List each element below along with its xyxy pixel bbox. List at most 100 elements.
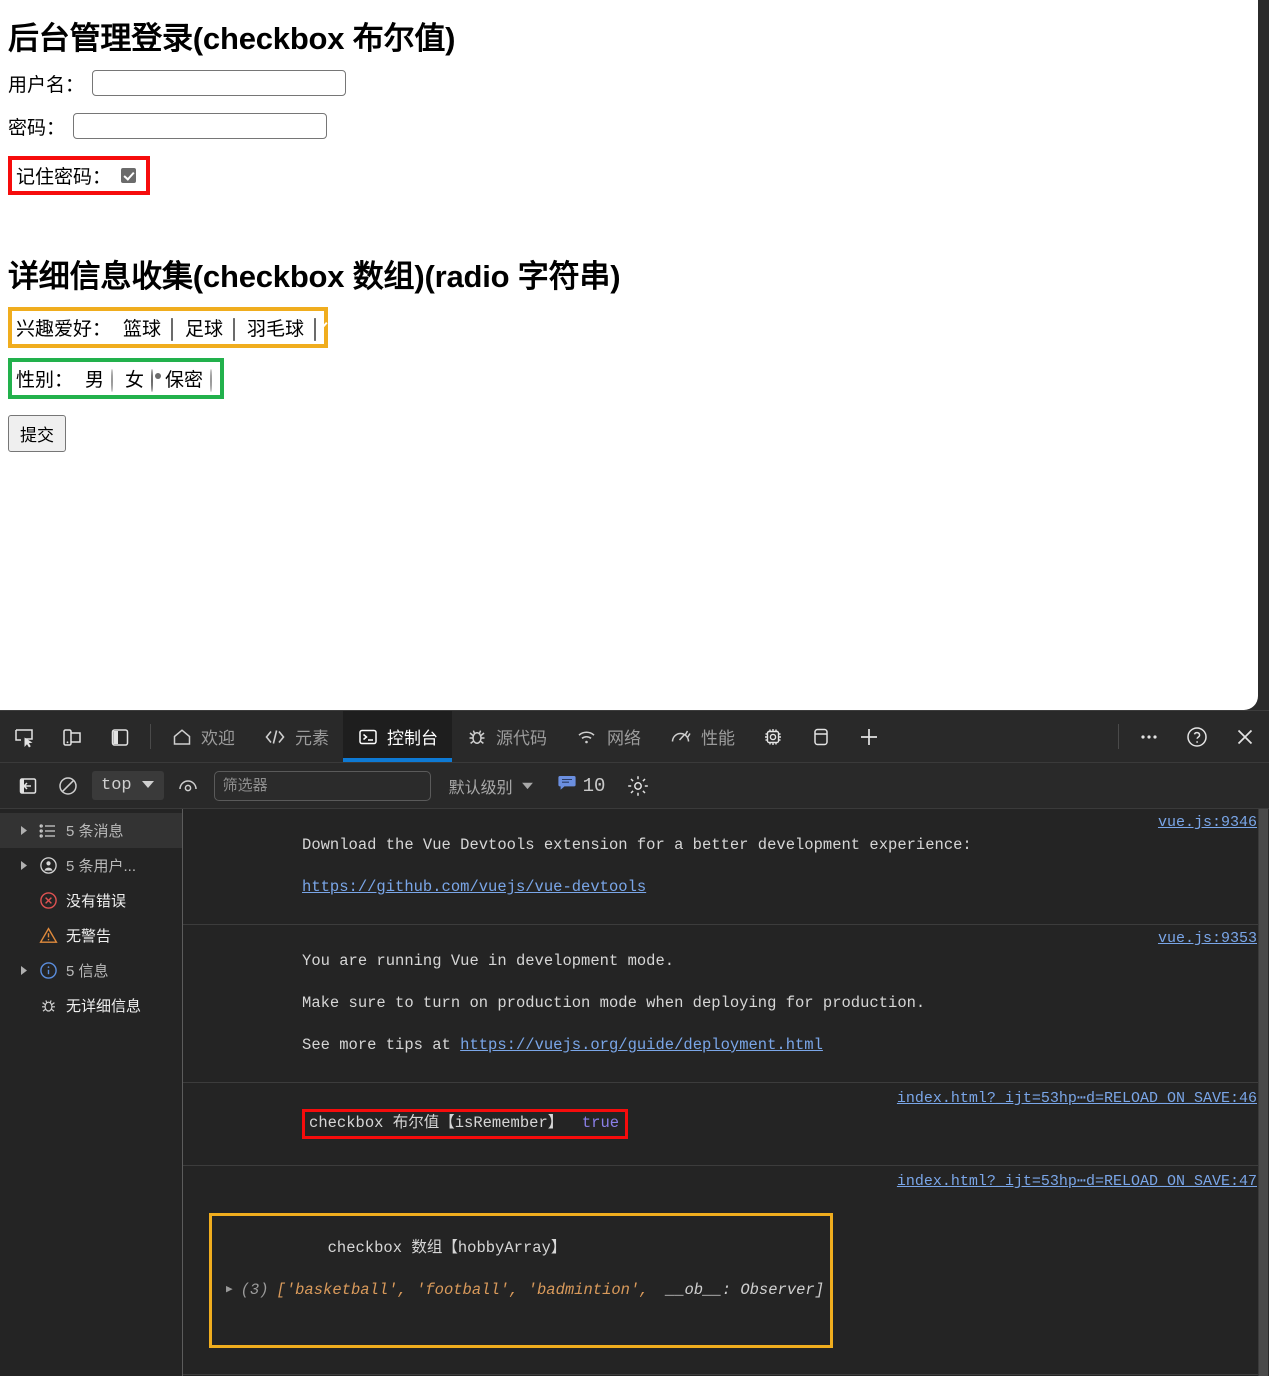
gender-radio-female[interactable] <box>151 369 154 393</box>
submit-button[interactable]: 提交 <box>8 415 66 453</box>
log-line-2: Make sure to turn on production mode whe… <box>302 994 926 1012</box>
page-content: 后台管理登录(checkbox 布尔值) 用户名： 密码： 记住密码： 详细信息… <box>0 0 1258 460</box>
password-input[interactable] <box>73 113 328 140</box>
info-circle-icon <box>34 961 62 980</box>
console-log-row[interactable]: checkbox 布尔值【isRemember】 true index.html… <box>183 1083 1269 1166</box>
gender-radio-male[interactable] <box>111 369 114 393</box>
warning-triangle-icon <box>34 926 62 945</box>
sidebar-item-errors[interactable]: 没有错误 <box>0 883 182 918</box>
log-source-link[interactable]: index.html?_ijt=53hp⋯d=RELOAD_ON_SAVE:47 <box>883 1171 1269 1190</box>
vue-deployment-link[interactable]: https://vuejs.org/guide/deployment.html <box>460 1036 823 1054</box>
array-length: (3) <box>240 1281 269 1299</box>
execution-context-select[interactable]: top <box>92 771 164 800</box>
log-source-link[interactable]: index.html?_ijt=53hp⋯d=RELOAD_ON_SAVE:46 <box>883 1088 1269 1107</box>
gender-row: 性别： 男 女 保密 <box>12 362 220 395</box>
hobby-label-badminton: 羽毛球 <box>247 319 305 341</box>
log-label-is-remember: checkbox 布尔值【isRemember】 <box>309 1114 564 1132</box>
sidebar-item-warnings[interactable]: 无警告 <box>0 918 182 953</box>
tab-performance[interactable]: 性能 <box>655 711 749 762</box>
log-message-vue-dev-mode: You are running Vue in development mode.… <box>209 930 1144 1077</box>
memory-chip-icon[interactable] <box>749 711 797 762</box>
browser-page-viewport: 后台管理登录(checkbox 布尔值) 用户名： 密码： 记住密码： 详细信息… <box>0 0 1258 710</box>
toolbar-divider-right <box>1118 724 1119 749</box>
vue-devtools-link[interactable]: https://github.com/vuejs/vue-devtools <box>302 878 646 896</box>
expand-arrow-icon[interactable] <box>14 860 34 871</box>
console-scrollbar[interactable] <box>1258 809 1269 1376</box>
tab-network-label: 网络 <box>607 729 641 748</box>
console-log-row[interactable]: Download the Vue Devtools extension for … <box>183 809 1269 925</box>
sidebar-item-errors-label: 没有错误 <box>66 893 127 910</box>
application-storage-icon[interactable] <box>797 711 845 762</box>
clear-console-icon[interactable] <box>8 763 48 809</box>
username-input[interactable] <box>92 70 347 97</box>
code-brackets-icon <box>263 726 287 748</box>
execution-context-value: top <box>101 776 132 795</box>
expand-arrow-icon[interactable] <box>14 825 34 836</box>
log-source-link[interactable]: vue.js:9346 <box>1144 814 1269 831</box>
highlight-box-gender: 性别： 男 女 保密 <box>8 358 225 400</box>
more-options-icon[interactable] <box>1125 711 1173 762</box>
gender-option-male: 男 <box>85 365 114 393</box>
log-level-select[interactable]: 默认级别 <box>449 774 534 798</box>
hobby-checkbox-badminton[interactable] <box>314 318 317 342</box>
tab-elements-label: 元素 <box>295 729 329 748</box>
array-preview-row[interactable]: ▶ (3) ['basketball', 'football', 'badmin… <box>216 1280 824 1301</box>
close-icon[interactable] <box>1221 711 1269 762</box>
gender-option-secret: 保密 <box>165 365 213 393</box>
sidebar-item-user-messages[interactable]: 5 条用户... <box>0 848 182 883</box>
sidebar-item-user-messages-label: 5 条用户... <box>66 858 137 875</box>
console-log-row[interactable]: checkbox 数组【hobbyArray】 ▶ (3) ['basketba… <box>183 1166 1269 1375</box>
home-icon <box>171 726 193 748</box>
tab-console[interactable]: 控制台 <box>343 711 452 762</box>
hobby-option-basketball: 篮球 <box>123 314 174 342</box>
console-body: 5 条消息 5 条用户... 没有错误 无警告 5 信息 无详细信息 Downl… <box>0 809 1269 1376</box>
log-value-is-remember: true <box>581 1114 620 1132</box>
message-count-badge[interactable]: 10 <box>558 775 605 797</box>
help-icon[interactable] <box>1173 711 1221 762</box>
console-scrollbar-thumb[interactable] <box>1259 809 1268 1376</box>
message-bubble-icon <box>558 775 576 796</box>
sidebar-item-messages[interactable]: 5 条消息 <box>0 813 182 848</box>
dock-panel-icon[interactable] <box>96 711 144 762</box>
live-expression-eye-icon[interactable] <box>168 763 208 809</box>
hobby-checkbox-basketball[interactable] <box>171 318 174 342</box>
remember-password-checkbox[interactable] <box>121 167 137 183</box>
expand-arrow-icon[interactable]: ▶ <box>226 1280 233 1301</box>
console-log-row[interactable]: You are running Vue in development mode.… <box>183 925 1269 1083</box>
log-line-1: You are running Vue in development mode. <box>302 952 675 970</box>
error-circle-icon <box>34 891 62 910</box>
tab-console-label: 控制台 <box>387 729 438 748</box>
log-message-vue-devtools: Download the Vue Devtools extension for … <box>209 814 1144 919</box>
add-panel-icon[interactable] <box>845 711 893 762</box>
tab-performance-label: 性能 <box>701 729 735 748</box>
device-toolbar-icon[interactable] <box>48 711 96 762</box>
tab-network[interactable]: 网络 <box>561 711 655 762</box>
sidebar-item-info-label: 5 信息 <box>66 963 109 980</box>
sidebar-item-verbose-label: 无详细信息 <box>66 998 142 1015</box>
no-entry-icon[interactable] <box>48 763 88 809</box>
log-source-link[interactable]: vue.js:9353 <box>1144 930 1269 947</box>
gear-icon[interactable] <box>625 773 651 799</box>
sidebar-item-warnings-label: 无警告 <box>66 928 112 945</box>
log-line-3-prefix: See more tips at <box>302 1036 461 1054</box>
expand-arrow-icon[interactable] <box>14 965 34 976</box>
sidebar-item-verbose[interactable]: 无详细信息 <box>0 988 182 1023</box>
gender-radio-secret[interactable] <box>210 369 213 393</box>
tab-welcome[interactable]: 欢迎 <box>157 711 249 762</box>
hobby-checkbox-football[interactable] <box>233 318 236 342</box>
messages-list-icon <box>34 823 62 839</box>
remember-password-label: 记住密码： <box>16 166 112 188</box>
sidebar-item-messages-label: 5 条消息 <box>66 823 124 840</box>
chevron-down-icon <box>521 777 534 795</box>
password-label: 密码： <box>8 117 66 139</box>
console-filter-input[interactable] <box>213 770 431 801</box>
chevron-down-icon <box>141 776 155 795</box>
tab-sources[interactable]: 源代码 <box>452 711 561 762</box>
page-title-login: 后台管理登录(checkbox 布尔值) <box>8 21 456 56</box>
tab-elements[interactable]: 元素 <box>249 711 343 762</box>
highlight-box-hobby: 兴趣爱好： 篮球 足球 羽毛球 <box>8 307 329 349</box>
inspect-element-icon[interactable] <box>0 711 48 762</box>
console-terminal-icon <box>357 726 379 748</box>
hobby-option-football: 足球 <box>185 314 236 342</box>
sidebar-item-info[interactable]: 5 信息 <box>0 953 182 988</box>
